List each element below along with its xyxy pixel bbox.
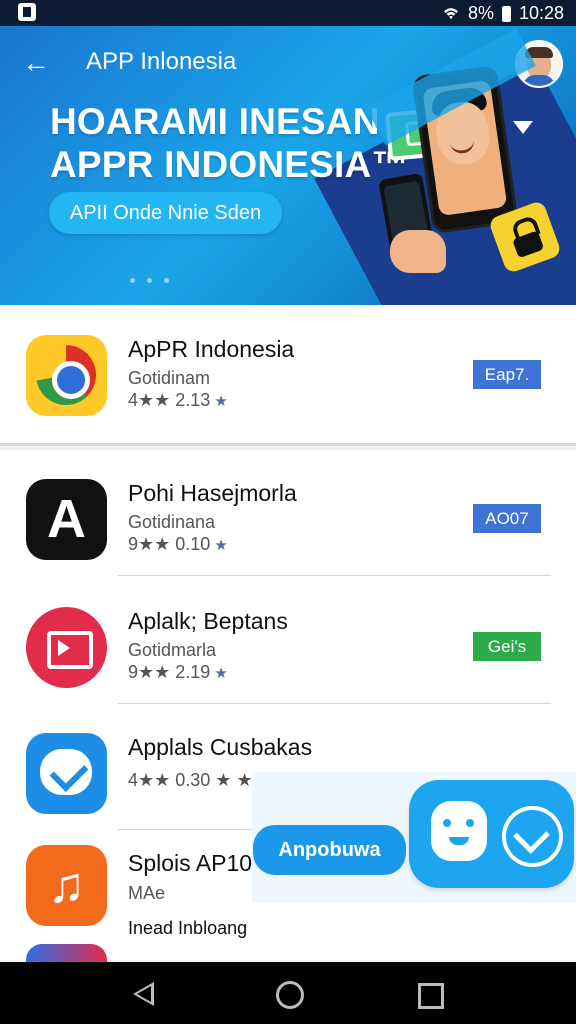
app-rating: 9★★ 0.10 ★ [128, 534, 228, 555]
back-triangle-icon[interactable] [133, 982, 154, 1006]
avatar[interactable] [515, 40, 563, 88]
featured-app-action-button[interactable]: Eap7. [473, 360, 541, 389]
carousel-dots[interactable] [130, 278, 169, 283]
app-action-button[interactable]: AO07 [473, 504, 541, 533]
app-subtitle: Gotidmarla [128, 640, 217, 660]
star-icon: ★ [214, 537, 228, 554]
app-name[interactable]: Applals Cusbakas [128, 734, 312, 761]
avatar-shirt-icon [523, 75, 555, 86]
status-bar: 8% 10:28 [0, 0, 576, 26]
star-icon: ★ [214, 665, 228, 682]
play-icon [58, 640, 70, 656]
app-name[interactable]: Aplalk; Beptans [128, 608, 288, 635]
hero-headline-line-1: HOARAMI INESAN [50, 101, 380, 142]
phone-screen [422, 79, 508, 217]
hero-headline: HOARAMI INESAN APPR INDONESIA™ [50, 100, 409, 186]
status-time: 10:28 [518, 3, 564, 23]
featured-app-rating-text: 4★★ 2.13 [128, 390, 211, 410]
dropdown-triangle-icon[interactable] [513, 121, 533, 134]
carousel-dot-icon[interactable] [130, 278, 135, 283]
app-rating: 9★★ 2.19 ★ [128, 662, 228, 683]
app-action-button[interactable]: Gei's [473, 632, 541, 661]
recent-square-icon[interactable] [418, 983, 444, 1009]
featured-app-card[interactable]: ApPR Indonesia Gotidinam 4★★ 2.13 ★ Eap7. [0, 306, 576, 446]
hero-banner: ← APP Inlonesia HOARAMI INESAN APPR INDO… [0, 26, 576, 305]
hero-headline-line-2: APPR INDONESIA™ [50, 144, 409, 185]
android-robot-icon[interactable] [431, 801, 487, 861]
featured-app-name[interactable]: ApPR Indonesia [128, 336, 294, 363]
carousel-dot-icon[interactable] [164, 278, 169, 283]
app-subtitle: MAe [128, 883, 166, 903]
hero-cta-button[interactable]: APII Onde Nnie Sden [49, 192, 282, 234]
orange-music-icon[interactable]: ♫ [26, 845, 107, 926]
star-icon: ★ [214, 393, 228, 410]
list-item[interactable]: Aplalk; Beptans Gotidmarla 9★★ 2.19 ★ Gei… [0, 578, 576, 704]
app-secondary-text: Inead Inbloang [128, 918, 248, 938]
page-title: APP Inlonesia [86, 48, 237, 75]
list-divider [118, 575, 551, 576]
arrow-left-icon[interactable]: ← [22, 49, 50, 77]
battery-icon [501, 5, 511, 22]
red-video-icon[interactable] [26, 607, 107, 688]
app-rating: 4★★ 0.30 ★ ★ [128, 770, 253, 790]
app-name[interactable]: Pohi Hasejmorla [128, 480, 297, 507]
status-right-group: 8% 10:28 [442, 3, 564, 24]
app-rating-text: 9★★ 0.10 [128, 534, 211, 554]
chrome-icon[interactable] [26, 335, 107, 416]
app-status-icon [18, 3, 36, 21]
shield-icon[interactable] [502, 806, 563, 867]
video-frame-icon [47, 631, 93, 669]
app-subtitle: Gotidinana [128, 512, 216, 532]
app-name[interactable]: Splois AP10 [128, 850, 252, 877]
featured-app-subtitle: Gotidinam [128, 368, 211, 388]
carousel-dot-icon[interactable] [147, 278, 152, 283]
black-a-icon[interactable]: A [26, 479, 107, 560]
hand-icon [390, 230, 446, 273]
avatar-hair-icon [525, 47, 553, 58]
battery-percent-text: 8% [467, 3, 494, 23]
chrome-center-icon [52, 361, 90, 399]
featured-app-rating: 4★★ 2.13 ★ [128, 390, 228, 411]
wifi-icon [443, 7, 458, 19]
floating-label-button[interactable]: Anpobuwa [253, 825, 406, 875]
list-item[interactable]: A Pohi Hasejmorla Gotidinana 9★★ 0.10 ★ A… [0, 450, 576, 576]
blue-message-icon[interactable] [26, 733, 107, 814]
home-circle-icon[interactable] [276, 981, 304, 1009]
app-rating-text: 9★★ 2.19 [128, 662, 211, 682]
